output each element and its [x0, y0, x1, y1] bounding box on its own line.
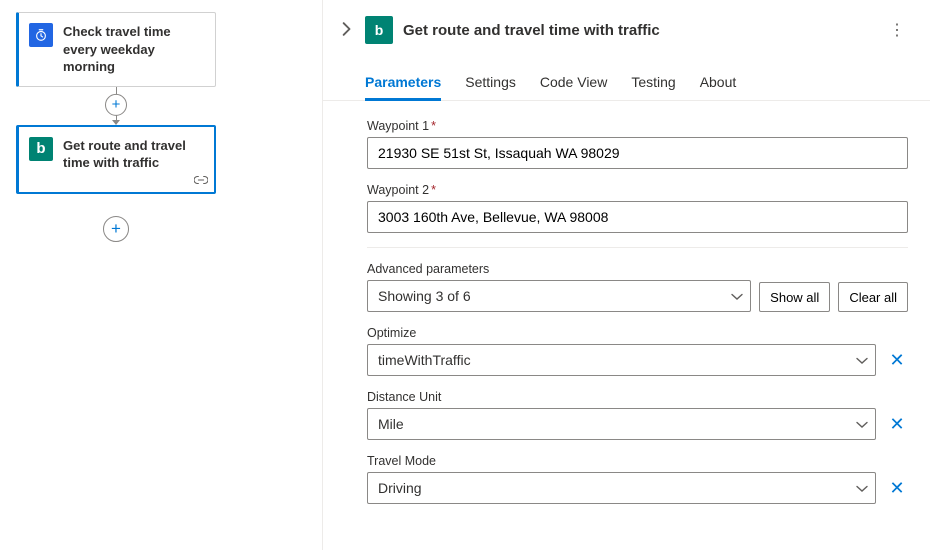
clear-all-button[interactable]: Clear all — [838, 282, 908, 312]
node-action-bingmaps[interactable]: b Get route and travel time with traffic — [16, 125, 216, 194]
show-all-button[interactable]: Show all — [759, 282, 830, 312]
travel-mode-dropdown[interactable]: Driving — [367, 472, 876, 504]
remove-optimize-button[interactable]: ✕ — [886, 350, 908, 371]
field-optimize: Optimize timeWithTraffic ✕ — [367, 326, 908, 376]
advanced-params-row: Advanced parameters Showing 3 of 6 Show … — [367, 262, 908, 312]
connector: + — [16, 87, 216, 125]
waypoint2-label: Waypoint 2* — [367, 183, 908, 197]
field-waypoint2: Waypoint 2* — [367, 183, 908, 233]
add-step-button[interactable]: + — [103, 216, 129, 242]
node-trigger-schedule[interactable]: Check travel time every weekday morning — [16, 12, 216, 87]
travel-label: Travel Mode — [367, 454, 908, 468]
connection-icon — [194, 172, 208, 188]
add-step-below: + — [16, 194, 216, 242]
details-panel: b Get route and travel time with traffic… — [322, 0, 930, 550]
optimize-dropdown[interactable]: timeWithTraffic — [367, 344, 876, 376]
advanced-label: Advanced parameters — [367, 262, 751, 276]
panel-body: Waypoint 1* Waypoint 2* Advanced paramet… — [323, 101, 930, 541]
tab-parameters[interactable]: Parameters — [365, 66, 441, 100]
waypoint1-label: Waypoint 1* — [367, 119, 908, 133]
tab-testing[interactable]: Testing — [631, 66, 675, 100]
collapse-chevron-icon[interactable] — [337, 18, 355, 43]
remove-travel-button[interactable]: ✕ — [886, 478, 908, 499]
node-title: Get route and travel time with traffic — [63, 137, 202, 172]
field-travel-mode: Travel Mode Driving ✕ — [367, 454, 908, 504]
more-menu-button[interactable]: ⋮ — [883, 14, 912, 46]
optimize-label: Optimize — [367, 326, 908, 340]
bing-icon: b — [29, 137, 53, 161]
add-step-button[interactable]: + — [105, 94, 127, 116]
waypoint2-input[interactable] — [367, 201, 908, 233]
node-title: Check travel time every weekday morning — [63, 23, 203, 76]
panel-header: b Get route and travel time with traffic… — [323, 0, 930, 52]
tab-about[interactable]: About — [700, 66, 737, 100]
field-waypoint1: Waypoint 1* — [367, 119, 908, 169]
waypoint1-input[interactable] — [367, 137, 908, 169]
clock-icon — [29, 23, 53, 47]
tab-settings[interactable]: Settings — [465, 66, 516, 100]
distance-unit-dropdown[interactable]: Mile — [367, 408, 876, 440]
advanced-params-dropdown[interactable]: Showing 3 of 6 — [367, 280, 751, 312]
workflow-canvas: Check travel time every weekday morning … — [0, 0, 320, 550]
field-distance-unit: Distance Unit Mile ✕ — [367, 390, 908, 440]
panel-title: Get route and travel time with traffic — [403, 22, 873, 39]
distance-label: Distance Unit — [367, 390, 908, 404]
bing-icon: b — [365, 16, 393, 44]
panel-tabs: Parameters Settings Code View Testing Ab… — [323, 52, 930, 101]
tab-code-view[interactable]: Code View — [540, 66, 607, 100]
remove-distance-button[interactable]: ✕ — [886, 414, 908, 435]
divider — [367, 247, 908, 248]
